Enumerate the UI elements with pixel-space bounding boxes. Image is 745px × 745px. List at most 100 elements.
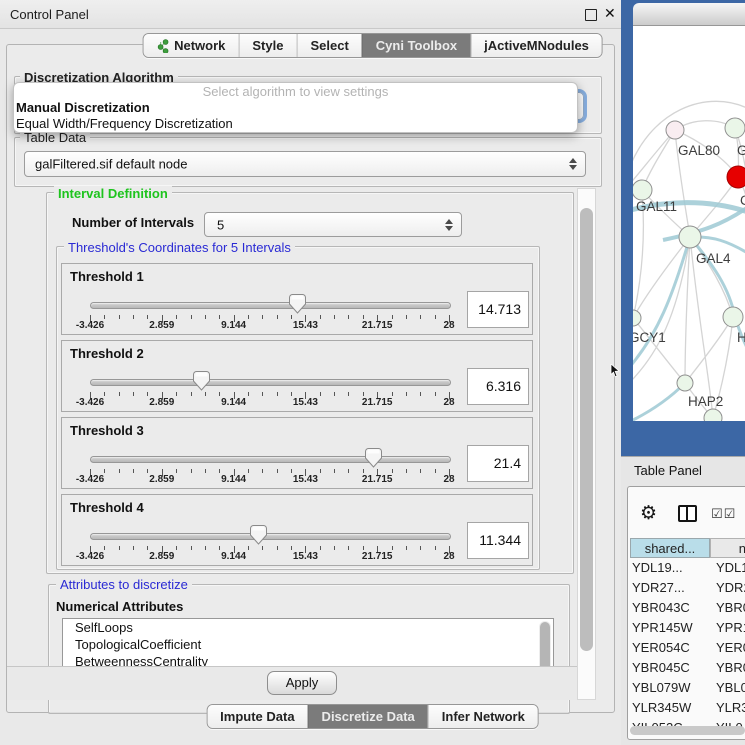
network-node-label: GAL80	[678, 143, 720, 158]
column-header-shared-name[interactable]: shared...	[630, 538, 710, 558]
cell-shared-name[interactable]: YER054C	[630, 638, 712, 658]
slider-tick-label: -3.426	[58, 397, 122, 408]
network-node-gcy1[interactable]	[633, 310, 641, 326]
slider-tick	[348, 315, 349, 319]
tab-cyni-toolbox[interactable]: Cyni Toolbox	[362, 34, 470, 57]
list-scrollbar[interactable]	[539, 621, 551, 670]
network-node-h[interactable]	[723, 307, 743, 327]
attribute-item-topologicalcoefficient[interactable]: TopologicalCoefficient	[63, 636, 553, 653]
tab-network[interactable]: Network	[143, 34, 238, 57]
tab-infer-network[interactable]: Infer Network	[428, 705, 538, 728]
cell-name[interactable]: YPR1	[716, 618, 745, 638]
cell-shared-name[interactable]: YLR345W	[630, 698, 712, 718]
network-window-titlebar	[633, 3, 745, 26]
slider-tick	[277, 392, 278, 396]
network-canvas[interactable]: GAL80GACGAL11GAL4GCY1HHAP2	[633, 25, 745, 421]
cell-shared-name[interactable]: YPR145W	[630, 618, 712, 638]
cell-shared-name[interactable]: YBL079W	[630, 678, 712, 698]
cell-name[interactable]: YER0	[716, 638, 745, 658]
network-node-ga[interactable]	[725, 118, 745, 138]
threshold-slider-track[interactable]	[90, 379, 451, 386]
network-edge-highlighted	[633, 383, 685, 421]
float-window-icon[interactable]	[585, 9, 597, 21]
slider-tick	[420, 546, 421, 550]
network-node-c[interactable]	[727, 166, 745, 188]
slider-tick	[291, 315, 292, 319]
tab-select[interactable]: Select	[296, 34, 361, 57]
slider-thumb[interactable]	[365, 448, 382, 468]
network-graph: GAL80GACGAL11GAL4GCY1HHAP2	[633, 25, 745, 421]
slider-tick	[262, 315, 263, 319]
cell-name[interactable]: YBL0	[716, 678, 745, 698]
slider-tick-label: 2.859	[130, 551, 194, 562]
control-panel-tab-bar: Network StyleSelectCyni Toolbox jActiveMNo…	[142, 33, 603, 58]
cell-name[interactable]: YBR0	[716, 658, 745, 678]
tab-label: Network	[174, 34, 225, 57]
threshold-value-field[interactable]: 14.713	[467, 291, 529, 328]
cell-shared-name[interactable]: YBR043C	[630, 598, 712, 618]
slider-tick-label: 9.144	[202, 474, 266, 485]
cell-name[interactable]: YDL1	[716, 558, 745, 578]
threshold-slider-track[interactable]	[90, 302, 451, 309]
threshold-value-field[interactable]: 6.316	[467, 368, 529, 405]
slider-tick	[219, 392, 220, 396]
threshold-label: Threshold 1	[70, 269, 144, 284]
gear-icon[interactable]: ⚙	[640, 502, 657, 525]
slider-tick	[291, 546, 292, 550]
slider-tick	[420, 392, 421, 396]
slider-tick	[320, 392, 321, 396]
threshold-slider-track[interactable]	[90, 456, 451, 463]
checkbox-pair-icon[interactable]: ☑☑	[711, 506, 736, 522]
slider-tick	[392, 392, 393, 396]
slider-tick	[219, 469, 220, 473]
network-node-gal4[interactable]	[679, 226, 701, 248]
slider-tick	[334, 469, 335, 473]
panel-scrollbar-thumb[interactable]	[580, 208, 593, 651]
close-icon[interactable]: ✕	[604, 5, 616, 22]
cell-shared-name[interactable]: YBR045C	[630, 658, 712, 678]
table-horizontal-scrollbar[interactable]	[630, 726, 745, 735]
panel-scrollbar[interactable]	[577, 188, 596, 700]
slider-tick	[320, 315, 321, 319]
network-node-hap2[interactable]	[677, 375, 693, 391]
popup-item-equal-width-frequency-discretization[interactable]: Equal Width/Frequency Discretization	[14, 116, 577, 132]
cell-shared-name[interactable]: YDL19...	[630, 558, 712, 578]
column-header-name[interactable]: name	[710, 538, 745, 558]
cell-name[interactable]: YBR0	[716, 598, 745, 618]
network-node-label: GA	[737, 143, 745, 158]
slider-tick	[176, 315, 177, 319]
threshold-slider-track[interactable]	[90, 533, 451, 540]
network-edge	[633, 237, 690, 318]
attribute-item-selfloops[interactable]: SelfLoops	[63, 619, 553, 636]
threshold-value-field[interactable]: 11.344	[467, 522, 529, 559]
slider-tick	[147, 392, 148, 396]
slider-tick	[363, 469, 364, 473]
network-edge	[633, 130, 675, 187]
tab-impute-data[interactable]: Impute Data	[207, 705, 307, 728]
slider-thumb[interactable]	[193, 371, 210, 391]
slider-tick-label: -3.426	[58, 551, 122, 562]
slider-thumb[interactable]	[250, 525, 267, 545]
tab-discretize-data[interactable]: Discretize Data	[308, 705, 428, 728]
slider-tick	[392, 546, 393, 550]
slider-tick-label: 15.43	[273, 551, 337, 562]
apply-button[interactable]: Apply	[267, 671, 337, 695]
slider-tick	[291, 469, 292, 473]
columns-icon[interactable]	[678, 505, 697, 522]
slider-tick	[205, 546, 206, 550]
tab-jactivemnodules[interactable]: jActiveMNodules	[470, 34, 602, 57]
threshold-value-field[interactable]: 21.4	[467, 445, 529, 482]
cell-name[interactable]: YDR2	[716, 578, 745, 598]
slider-tick	[248, 315, 249, 319]
popup-item-manual-discretization[interactable]: Manual Discretization	[14, 100, 577, 116]
cell-shared-name[interactable]: YDR27...	[630, 578, 712, 598]
mouse-cursor	[610, 364, 622, 378]
numerical-attributes-list[interactable]: SelfLoopsTopologicalCoefficientBetweenne…	[62, 618, 554, 670]
cell-name[interactable]: YLR3	[716, 698, 745, 718]
network-node-gal11[interactable]	[633, 180, 652, 200]
slider-thumb[interactable]	[289, 294, 306, 314]
tab-label: jActiveMNodules	[484, 34, 589, 57]
network-node-gal80[interactable]	[666, 121, 684, 139]
slider-tick	[406, 546, 407, 550]
tab-style[interactable]: Style	[238, 34, 296, 57]
